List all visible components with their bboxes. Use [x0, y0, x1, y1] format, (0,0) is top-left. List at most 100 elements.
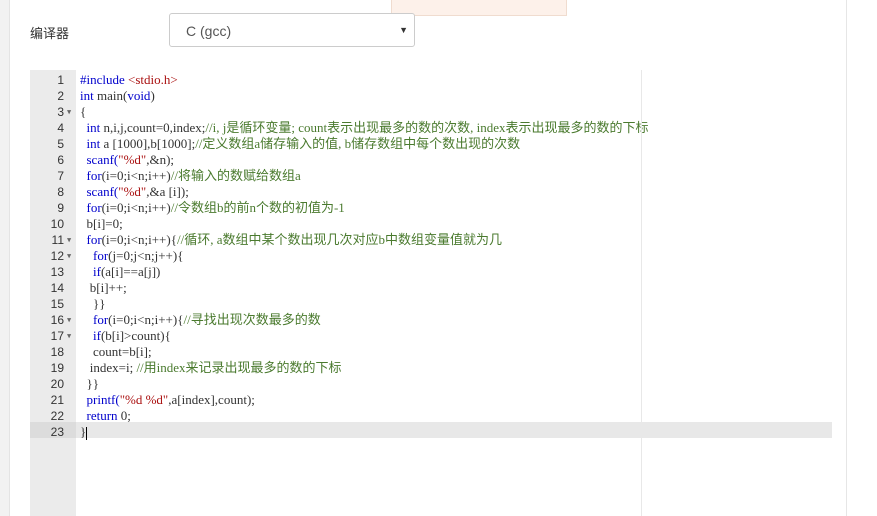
code-token: //i, j是循环变量; count表示出现最多的数的次数, index表示出现…: [205, 120, 649, 135]
line-number: 4: [57, 121, 64, 135]
code-token: "%d %d": [119, 392, 169, 407]
code-line[interactable]: 8 scanf("%d",&a [i]);: [30, 184, 832, 200]
code-token: }}: [80, 296, 106, 311]
code-text: for(i=0;i<n;i++)//令数组b的前n个数的初值为-1: [80, 200, 345, 216]
code-line[interactable]: 18 count=b[i];: [30, 344, 832, 360]
code-line[interactable]: 2 int main(void): [30, 88, 832, 104]
code-line[interactable]: 7 for(i=0;i<n;i++)//将输入的数赋给数组a: [30, 168, 832, 184]
code-token: void: [127, 88, 151, 103]
code-line[interactable]: 3 ▼ {: [30, 104, 832, 120]
code-line[interactable]: 14 b[i]++;: [30, 280, 832, 296]
code-text: }}: [80, 296, 105, 312]
code-token: for: [93, 312, 109, 327]
code-token: if: [93, 328, 101, 343]
code-text: for(j=0;j<n;j++){: [80, 248, 183, 264]
code-text: scanf("%d",&n);: [80, 152, 175, 168]
code-text: index=i; //用index来记录出现最多的数的下标: [80, 360, 342, 376]
code-line[interactable]: 15 }}: [30, 296, 832, 312]
code-line[interactable]: 9 for(i=0;i<n;i++)//令数组b的前n个数的初值为-1: [30, 200, 832, 216]
code-line[interactable]: 4 int n,i,j,count=0,index;//i, j是循环变量; c…: [30, 120, 832, 136]
code-token: b[i]=0;: [80, 216, 123, 231]
code-token: count=b[i];: [80, 344, 152, 359]
text-cursor: [86, 426, 88, 440]
line-number: 18: [50, 345, 64, 359]
code-text: int n,i,j,count=0,index;//i, j是循环变量; cou…: [80, 120, 649, 136]
line-number: 8: [57, 185, 64, 199]
line-number: 12: [50, 249, 64, 263]
line-number: 13: [50, 265, 64, 279]
code-token: for: [86, 168, 102, 183]
code-line[interactable]: 21 printf("%d %d",a[index],count);: [30, 392, 832, 408]
code-token: for: [86, 200, 102, 215]
code-token: }}: [80, 376, 99, 391]
line-number: 19: [50, 361, 64, 375]
code-line[interactable]: 11 ▼ for(i=0;i<n;i++){//循环, a数组中某个数出现几次对应…: [30, 232, 832, 248]
code-line[interactable]: 17 ▼ if(b[i]>count){: [30, 328, 832, 344]
code-token: scanf(: [80, 152, 119, 167]
code-token: scanf(: [80, 184, 119, 199]
code-token: index=i;: [80, 360, 137, 375]
code-text: int a [1000],b[1000];//定义数组a储存输入的值, b储存数…: [80, 136, 521, 152]
code-line[interactable]: 13 if(a[i]==a[j]): [30, 264, 832, 280]
code-text: if(a[i]==a[j]): [80, 264, 160, 280]
code-token: (i=0;i<n;i++): [101, 200, 171, 215]
code-token: //寻找出现次数最多的数: [183, 312, 321, 327]
line-number: 14: [50, 281, 64, 295]
code-editor[interactable]: 1 #include <stdio.h> 2 int main(void) 3 ▼{4 i…: [30, 70, 832, 516]
fold-toggle-icon[interactable]: ▼: [67, 328, 71, 344]
line-number: 17: [50, 329, 64, 343]
code-token: //定义数组a储存输入的值, b储存数组中每个数出现的次数: [195, 136, 521, 151]
fold-toggle-icon[interactable]: ▼: [67, 312, 71, 328]
line-number: 5: [57, 137, 64, 151]
code-text: printf("%d %d",a[index],count);: [80, 392, 255, 408]
code-line[interactable]: 10 b[i]=0;: [30, 216, 832, 232]
code-text: return 0;: [80, 408, 131, 424]
code-token: //循环, a数组中某个数出现几次对应b中数组变量值就为几: [176, 232, 502, 247]
code-token: (i=0;i<n;i++){: [101, 232, 177, 247]
line-number: 15: [50, 297, 64, 311]
code-token: int: [80, 88, 94, 103]
code-token: for: [93, 248, 109, 263]
right-panel-border: [846, 0, 847, 516]
code-line[interactable]: 12 ▼ for(j=0;j<n;j++){: [30, 248, 832, 264]
code-line[interactable]: 5 int a [1000],b[1000];//定义数组a储存输入的值, b储…: [30, 136, 832, 152]
code-line[interactable]: 19 index=i; //用index来记录出现最多的数的下标: [30, 360, 832, 376]
line-number: 11: [51, 233, 64, 247]
code-line[interactable]: 16 ▼ for(i=0;i<n;i++){//寻找出现次数最多的数: [30, 312, 832, 328]
code-line[interactable]: 22 return 0;: [30, 408, 832, 424]
code-token: (i=0;i<n;i++): [101, 168, 171, 183]
code-line[interactable]: 20 }}: [30, 376, 832, 392]
code-text: b[i]++;: [80, 280, 127, 296]
fold-toggle-icon[interactable]: ▼: [67, 104, 71, 120]
line-number: 22: [50, 409, 64, 423]
code-token: #include: [80, 72, 129, 87]
chevron-down-icon: ▼: [399, 25, 408, 35]
code-token: <stdio.h>: [128, 72, 178, 87]
compiler-select[interactable]: C (gcc) ▼: [169, 13, 415, 47]
code-token: {: [80, 104, 87, 119]
compiler-selected-value: C (gcc): [186, 23, 232, 39]
code-text: }}: [80, 376, 99, 392]
code-token: //令数组b的前n个数的初值为-1: [170, 200, 345, 215]
line-number: 10: [50, 217, 64, 231]
line-number: 21: [50, 393, 64, 407]
code-token: (j=0;j<n;j++){: [108, 248, 184, 263]
code-line[interactable]: 6 scanf("%d",&n);: [30, 152, 832, 168]
fold-toggle-icon[interactable]: ▼: [67, 248, 71, 264]
code-line[interactable]: 1 #include <stdio.h>: [30, 72, 832, 88]
code-token: ,a[index],count);: [168, 392, 255, 407]
line-number: 16: [50, 313, 64, 327]
code-token: ,&a [i]);: [146, 184, 189, 199]
code-text: #include <stdio.h>: [80, 72, 178, 88]
line-number: 20: [50, 377, 64, 391]
top-tab[interactable]: [391, 0, 567, 16]
fold-toggle-icon[interactable]: ▼: [67, 232, 71, 248]
code-line[interactable]: 23}: [30, 424, 832, 440]
code-token: (a[i]==a[j]): [100, 264, 161, 279]
line-number: 6: [57, 153, 64, 167]
code-token: //将输入的数赋给数组a: [170, 168, 301, 183]
code-token: ): [150, 88, 155, 103]
